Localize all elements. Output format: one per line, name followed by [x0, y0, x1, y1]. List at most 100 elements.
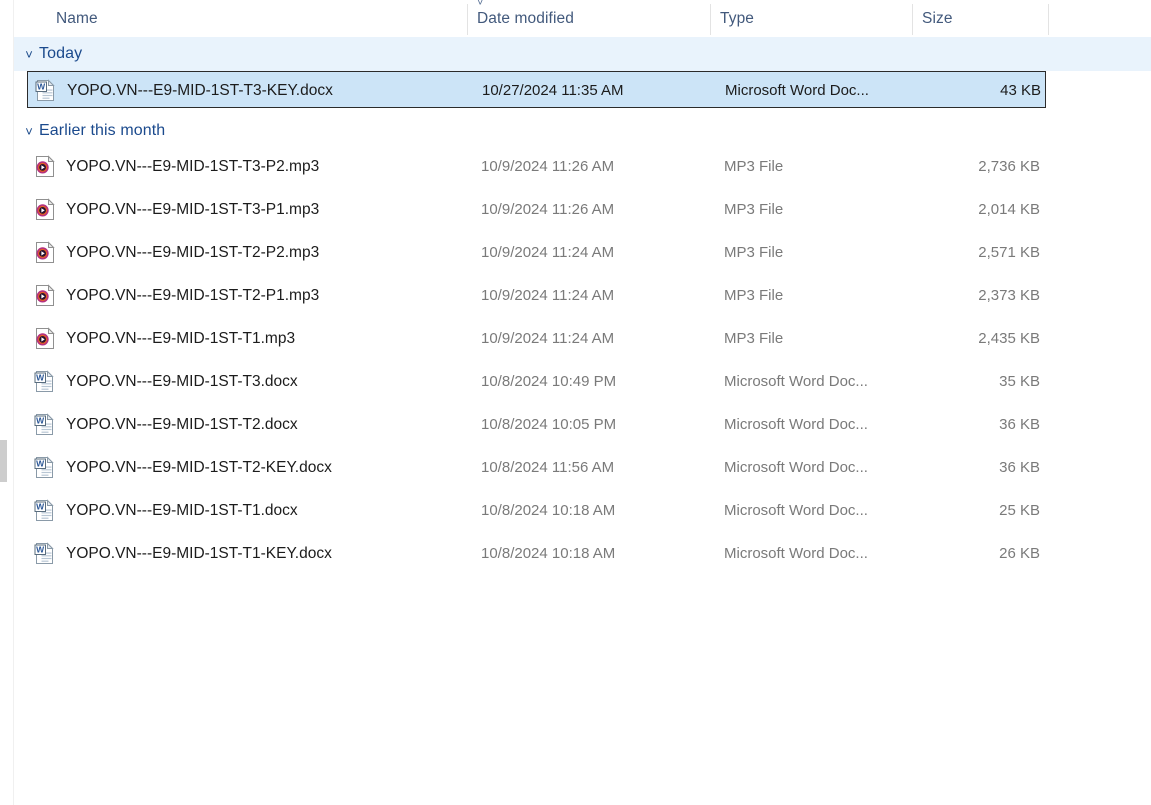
- svg-text:W: W: [36, 545, 45, 555]
- cell-file-size: 2,571 KB: [978, 244, 1040, 261]
- cell-file-type: Microsoft Word Doc...: [724, 459, 868, 476]
- cell-file-name: W YOPO.VN---E9-MID-1ST-T1.docx: [34, 492, 298, 529]
- cell-file-size: 25 KB: [999, 502, 1040, 519]
- file-name-label: YOPO.VN---E9-MID-1ST-T1.docx: [66, 501, 298, 519]
- file-name-label: YOPO.VN---E9-MID-1ST-T2.docx: [66, 415, 298, 433]
- cell-date-modified: 10/9/2024 11:24 AM: [481, 330, 615, 347]
- column-header-row: Name ˅ Date modified Type Size: [14, 0, 1151, 37]
- word-document-icon: W: [34, 413, 54, 435]
- cell-file-name: W YOPO.VN---E9-MID-1ST-T2-KEY.docx: [34, 449, 332, 486]
- cell-date-modified: 10/8/2024 10:05 PM: [481, 416, 617, 433]
- table-row-surface: W YOPO.VN---E9-MID-1ST-T1-KEY.docx 10/8/20…: [27, 535, 1046, 572]
- cell-file-name: YOPO.VN---E9-MID-1ST-T3-P2.mp3: [34, 148, 319, 185]
- table-row-surface: YOPO.VN---E9-MID-1ST-T2-P2.mp3 10/9/2024 …: [27, 234, 1046, 271]
- word-document-icon: W: [35, 79, 55, 101]
- column-separator-4[interactable]: [1048, 4, 1049, 35]
- table-row[interactable]: YOPO.VN---E9-MID-1ST-T2-P2.mp3 10/9/2024 …: [14, 234, 1151, 277]
- column-header-name-label: Name: [56, 9, 98, 27]
- file-name-label: YOPO.VN---E9-MID-1ST-T3.docx: [66, 372, 298, 390]
- cell-file-type: MP3 File: [724, 201, 784, 218]
- column-header-type[interactable]: Type: [720, 0, 754, 37]
- file-name-label: YOPO.VN---E9-MID-1ST-T3-KEY.docx: [67, 81, 333, 99]
- file-name-label: YOPO.VN---E9-MID-1ST-T3-P1.mp3: [66, 200, 320, 218]
- file-name-label: YOPO.VN---E9-MID-1ST-T1-KEY.docx: [66, 544, 332, 562]
- word-document-icon: W: [34, 499, 54, 521]
- table-row[interactable]: W YOPO.VN---E9-MID-1ST-T2.docx 10/8/2024 1…: [14, 406, 1151, 449]
- column-header-size[interactable]: Size: [922, 0, 953, 37]
- mp3-audio-icon: [36, 327, 55, 349]
- cell-date-modified: 10/8/2024 10:18 AM: [481, 502, 616, 519]
- left-pane-scrollbar-track[interactable]: [0, 0, 7, 805]
- cell-file-size: 2,373 KB: [978, 287, 1040, 304]
- svg-text:W: W: [37, 82, 46, 92]
- group-header-label: Earlier this month: [39, 122, 166, 139]
- word-document-icon: W: [34, 542, 54, 564]
- file-name-label: YOPO.VN---E9-MID-1ST-T2-P1.mp3: [66, 286, 320, 304]
- column-separator-3[interactable]: [912, 4, 913, 35]
- cell-date-modified: 10/9/2024 11:24 AM: [481, 244, 615, 261]
- cell-file-type: Microsoft Word Doc...: [724, 545, 868, 562]
- group-header[interactable]: ˅ Earlier this month: [14, 114, 1151, 148]
- chevron-down-icon[interactable]: ˅: [19, 48, 39, 61]
- table-row[interactable]: YOPO.VN---E9-MID-1ST-T2-P1.mp3 10/9/2024 …: [14, 277, 1151, 320]
- cell-file-type: MP3 File: [724, 158, 784, 175]
- cell-date-modified: 10/9/2024 11:26 AM: [481, 158, 615, 175]
- cell-file-type: Microsoft Word Doc...: [724, 502, 868, 519]
- column-separator-1[interactable]: [467, 4, 468, 35]
- cell-file-size: 35 KB: [999, 373, 1040, 390]
- cell-file-size: 36 KB: [999, 416, 1040, 433]
- group-header[interactable]: ˅ Today: [14, 37, 1151, 71]
- svg-text:W: W: [36, 416, 45, 426]
- word-document-icon: W: [34, 456, 54, 478]
- group-header-label: Today: [39, 45, 83, 62]
- cell-date-modified: 10/27/2024 11:35 AM: [482, 82, 624, 99]
- cell-file-size: 43 KB: [1000, 82, 1041, 99]
- left-pane-scrollbar-thumb[interactable]: [0, 440, 7, 482]
- file-list[interactable]: ˅ Today W YOPO.VN---E9-MID-1ST-T3-KEY.docx 1…: [14, 37, 1151, 805]
- column-header-name[interactable]: Name: [56, 0, 98, 37]
- table-row[interactable]: YOPO.VN---E9-MID-1ST-T1.mp3 10/9/2024 11:…: [14, 320, 1151, 363]
- column-header-date-modified[interactable]: ˅ Date modified: [477, 0, 574, 37]
- cell-file-name: YOPO.VN---E9-MID-1ST-T1.mp3: [34, 320, 295, 357]
- table-row-surface: YOPO.VN---E9-MID-1ST-T1.mp3 10/9/2024 11:…: [27, 320, 1046, 357]
- cell-file-name: YOPO.VN---E9-MID-1ST-T2-P2.mp3: [34, 234, 319, 271]
- cell-date-modified: 10/9/2024 11:26 AM: [481, 201, 615, 218]
- mp3-audio-icon: [36, 284, 55, 306]
- cell-file-name: W YOPO.VN---E9-MID-1ST-T1-KEY.docx: [34, 535, 332, 572]
- svg-text:W: W: [36, 502, 45, 512]
- column-header-size-label: Size: [922, 9, 953, 27]
- chevron-down-icon: ˅: [477, 0, 484, 9]
- table-row-surface: YOPO.VN---E9-MID-1ST-T2-P1.mp3 10/9/2024 …: [27, 277, 1046, 314]
- cell-file-size: 2,014 KB: [978, 201, 1040, 218]
- file-name-label: YOPO.VN---E9-MID-1ST-T3-P2.mp3: [66, 157, 320, 175]
- table-row-surface: W YOPO.VN---E9-MID-1ST-T2-KEY.docx 10/8/20…: [27, 449, 1046, 486]
- mp3-audio-icon: [36, 155, 55, 177]
- table-row[interactable]: W YOPO.VN---E9-MID-1ST-T3.docx 10/8/2024 1…: [14, 363, 1151, 406]
- cell-file-name: W YOPO.VN---E9-MID-1ST-T3-KEY.docx: [35, 72, 333, 109]
- column-header-date-label: Date modified: [477, 9, 574, 27]
- table-row-surface: W YOPO.VN---E9-MID-1ST-T3.docx 10/8/2024 1…: [27, 363, 1046, 400]
- column-header-type-label: Type: [720, 9, 755, 27]
- table-row-surface: W YOPO.VN---E9-MID-1ST-T1.docx 10/8/2024 1…: [27, 492, 1046, 529]
- cell-file-size: 36 KB: [999, 459, 1040, 476]
- table-row-selected[interactable]: W YOPO.VN---E9-MID-1ST-T3-KEY.docx 10/27/2…: [14, 71, 1151, 114]
- column-separator-2[interactable]: [710, 4, 711, 35]
- table-row-surface: W YOPO.VN---E9-MID-1ST-T2.docx 10/8/2024 1…: [27, 406, 1046, 443]
- cell-file-name: YOPO.VN---E9-MID-1ST-T2-P1.mp3: [34, 277, 319, 314]
- file-name-label: YOPO.VN---E9-MID-1ST-T1.mp3: [66, 329, 296, 347]
- table-row[interactable]: YOPO.VN---E9-MID-1ST-T3-P1.mp3 10/9/2024 …: [14, 191, 1151, 234]
- table-row[interactable]: W YOPO.VN---E9-MID-1ST-T1.docx 10/8/2024 1…: [14, 492, 1151, 535]
- cell-date-modified: 10/8/2024 11:56 AM: [481, 459, 615, 476]
- cell-file-type: MP3 File: [724, 244, 784, 261]
- word-document-icon: W: [34, 370, 54, 392]
- table-row[interactable]: W YOPO.VN---E9-MID-1ST-T1-KEY.docx 10/8/20…: [14, 535, 1151, 578]
- cell-date-modified: 10/8/2024 10:18 AM: [481, 545, 616, 562]
- cell-file-type: Microsoft Word Doc...: [725, 82, 869, 99]
- mp3-audio-icon: [36, 198, 55, 220]
- chevron-down-icon[interactable]: ˅: [19, 125, 39, 138]
- table-row[interactable]: YOPO.VN---E9-MID-1ST-T3-P2.mp3 10/9/2024 …: [14, 148, 1151, 191]
- table-row[interactable]: W YOPO.VN---E9-MID-1ST-T2-KEY.docx 10/8/20…: [14, 449, 1151, 492]
- svg-text:W: W: [36, 459, 45, 469]
- table-row-surface: YOPO.VN---E9-MID-1ST-T3-P2.mp3 10/9/2024 …: [27, 148, 1046, 185]
- cell-file-name: YOPO.VN---E9-MID-1ST-T3-P1.mp3: [34, 191, 319, 228]
